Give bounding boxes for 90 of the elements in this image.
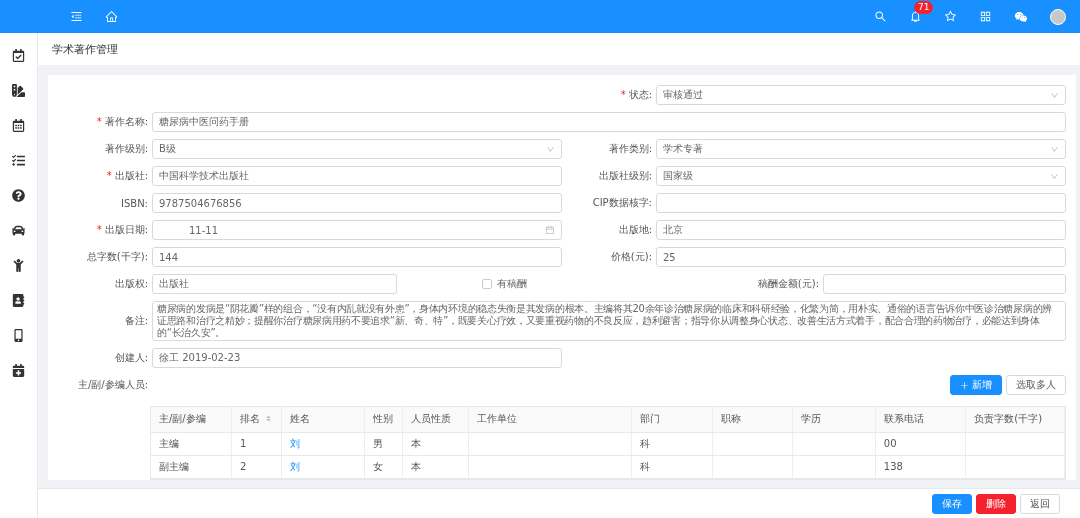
input-field[interactable]: 糖尿病中医问药手册 [152, 112, 1066, 132]
table-cell: 1 [231, 432, 282, 455]
input-field[interactable] [656, 193, 1066, 213]
column-header: 主/副/参编 [151, 407, 232, 432]
checklist-icon[interactable] [12, 154, 25, 167]
field-label: 出版权: [113, 277, 148, 291]
column-header: 工作单位 [468, 407, 632, 432]
column-header: 职称 [712, 407, 793, 432]
column-header: 联系电话 [875, 407, 966, 432]
field-label: * 状态: [619, 88, 652, 102]
field-label: * 著作名称: [95, 115, 148, 129]
page-title: 学术著作管理 [52, 41, 118, 57]
field-label: 出版社级别: [597, 169, 652, 183]
input-field[interactable]: 144 [152, 247, 562, 267]
field-label: * 出版社: [105, 169, 148, 183]
home-icon[interactable] [105, 10, 118, 23]
textarea-field[interactable]: 糖尿病的发病是“阴花瓣”样的组合，“没有内乱就没有外患”，身体内环境的稳态失衡是其发病的根本。主编将其20余年诊治糖尿病的临床和科研经验，化繁为简，用朴实、通俗的语言告诉你中医诊治糖尿病的辨证思路和治疗之精妙；提醒你治疗糖尿病用药不要追求“新、奇、特”，既要关心疗效，又要重视药物的不良反应，趋利避害；指导你从调整身心状态、改善生活方式着手，配合合理的药物治疗，必能达到身体的“长治久安”。 [152, 301, 1066, 341]
person-icon[interactable] [12, 259, 25, 272]
input-field[interactable]: 北京 [656, 220, 1066, 240]
table-cell: 男 [364, 432, 403, 455]
select-button[interactable]: 选取多人 [1006, 375, 1066, 395]
column-header: 姓名 [281, 407, 365, 432]
table-cell: 主编 [151, 432, 232, 455]
calendar-icon [545, 225, 555, 235]
select-field[interactable]: 学术专著 [656, 139, 1066, 159]
select-field[interactable]: 国家级 [656, 166, 1066, 186]
table-cell: 科 [631, 455, 713, 478]
column-header: 人员性质 [402, 407, 469, 432]
column-header[interactable]: 排名 [231, 407, 282, 432]
calendar-check-icon[interactable] [12, 49, 25, 62]
help-icon[interactable] [12, 189, 25, 202]
column-header: 部门 [631, 407, 713, 432]
car-icon[interactable] [12, 224, 25, 237]
calendar-icon[interactable] [12, 119, 25, 132]
chevron-down-icon [1050, 171, 1059, 181]
field-label: CIP数据核字: [591, 196, 652, 210]
input-field[interactable]: 徐工 2019-02-23 [152, 348, 562, 368]
field-label: 著作类别: [607, 142, 652, 156]
star-icon[interactable] [944, 10, 957, 23]
calendar-plus-icon[interactable] [12, 364, 25, 377]
table-cell: 本 [402, 455, 469, 478]
grid-icon[interactable] [979, 10, 992, 23]
column-header: 学历 [792, 407, 876, 432]
column-header: 性别 [364, 407, 403, 432]
date-field[interactable]: 11-11 [152, 220, 562, 240]
table-cell: 刘 [281, 432, 365, 455]
field-label: 稿酬金额(元): [757, 277, 819, 291]
book-icon[interactable] [12, 84, 25, 97]
field-label: 价格(元): [609, 250, 652, 264]
select-field[interactable]: B级 [152, 139, 562, 159]
table-cell: 本 [402, 432, 469, 455]
contacts-icon[interactable] [12, 294, 25, 307]
add-button[interactable]: 新增 [950, 375, 1002, 395]
select-field[interactable]: 审核通过 [656, 85, 1066, 105]
plus-icon [960, 380, 969, 390]
table-cell: 科 [631, 432, 713, 455]
input-field[interactable] [823, 274, 1066, 294]
chevron-down-icon [1050, 90, 1059, 100]
table-cell: 00 [875, 432, 966, 455]
menu-icon[interactable] [70, 10, 83, 23]
field-label: 备注: [123, 314, 148, 328]
input-field[interactable]: 出版社 [152, 274, 397, 294]
bell-icon[interactable] [909, 10, 922, 23]
table-cell: 女 [364, 455, 403, 478]
table-cell: 2 [231, 455, 282, 478]
field-label: ISBN: [120, 197, 148, 209]
input-field[interactable]: 25 [656, 247, 1066, 267]
mobile-phone-icon[interactable] [12, 329, 25, 342]
table-cell: 刘 [281, 455, 365, 478]
save-button[interactable]: 保存 [932, 493, 972, 514]
input-field[interactable]: 中国科学技术出版社 [152, 166, 562, 186]
input-field[interactable]: 9787504676856 [152, 193, 562, 213]
field-label: 出版地: [617, 223, 652, 237]
field-label: 总字数(千字): [85, 250, 148, 264]
chat-icon[interactable] [1014, 9, 1028, 24]
search-icon[interactable] [874, 10, 887, 23]
checkbox[interactable]: 有稿酬 [482, 277, 527, 291]
field-label: * 出版日期: [95, 223, 148, 237]
avatar[interactable] [1050, 8, 1066, 25]
chevron-down-icon [546, 144, 555, 154]
delete-button[interactable]: 删除 [976, 493, 1016, 514]
field-label: 主/副/参编人员: [76, 378, 148, 392]
table-cell: 138 [875, 455, 966, 478]
notification-badge: 71 [914, 1, 934, 14]
table-cell: 副主编 [151, 455, 232, 478]
field-label: 创建人: [113, 351, 148, 365]
field-label: 著作级别: [103, 142, 148, 156]
back-button[interactable]: 返回 [1020, 493, 1060, 514]
column-header: 负责字数(千字) [965, 407, 1065, 432]
chevron-down-icon [1050, 144, 1059, 154]
